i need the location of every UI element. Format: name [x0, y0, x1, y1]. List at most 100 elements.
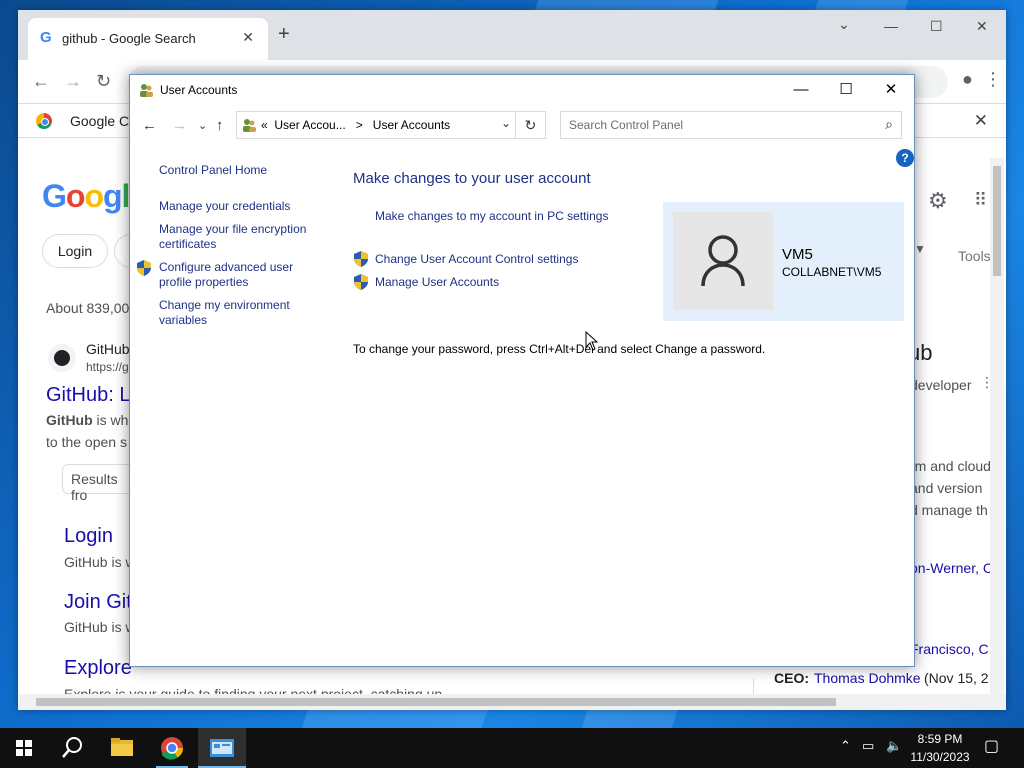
user-accounts-icon [140, 84, 153, 97]
settings-gear-icon[interactable]: ⚙ [928, 188, 948, 214]
chevron-down-icon[interactable]: ⌄ [501, 116, 511, 130]
chrome-tab[interactable]: G github - Google Search ✕ [28, 18, 268, 60]
snippet-text: is wh [92, 412, 129, 428]
maximize-icon[interactable]: ☐ [930, 18, 943, 35]
file-explorer-button[interactable] [98, 728, 146, 768]
manage-user-accounts-link[interactable]: Manage User Accounts [375, 275, 499, 289]
user-accounts-icon [243, 119, 256, 132]
scrollbar-thumb[interactable] [993, 166, 1001, 276]
breadcrumb-user-accounts-parent[interactable]: User Accou... [274, 118, 345, 132]
horizontal-scrollbar[interactable] [18, 694, 1006, 710]
breadcrumb: « User Accou... > User Accounts [261, 118, 450, 132]
password-note: To change your password, press Ctrl+Alt+… [353, 342, 766, 356]
file-encryption-link[interactable]: Manage your file encryption certificates [159, 222, 329, 252]
vertical-scrollbar[interactable] [990, 158, 1004, 694]
apps-grid-icon[interactable]: ⠿ [974, 190, 987, 211]
tab-title: github - Google Search [62, 31, 196, 46]
user-name: VM5 [782, 246, 813, 263]
divider [753, 678, 754, 694]
page-title: Make changes to your user account [353, 170, 591, 187]
start-button[interactable] [0, 728, 48, 768]
uac-shield-icon [354, 251, 368, 267]
control-panel-taskbar-button[interactable] [198, 728, 246, 768]
volume-muted-icon[interactable]: 🔈 [886, 738, 902, 754]
google-favicon-icon: G [40, 29, 52, 46]
uac-settings-link[interactable]: Change User Account Control settings [375, 252, 578, 266]
reload-icon[interactable]: ↻ [96, 71, 111, 92]
new-tab-button[interactable]: + [278, 24, 290, 44]
search-placeholder: Search Control Panel [569, 118, 684, 132]
breadcrumb-separator[interactable]: > [356, 118, 363, 132]
forward-icon[interactable]: → [172, 117, 187, 134]
search-icon[interactable]: ⌕ [885, 116, 893, 133]
mouse-cursor-icon [585, 331, 599, 351]
network-icon[interactable]: ▭ [862, 738, 874, 754]
menu-icon[interactable]: ⋮ [984, 69, 1002, 90]
sub-result-snippet: GitHub is w [64, 619, 136, 635]
search-button[interactable] [48, 728, 96, 768]
minimize-icon[interactable]: — [884, 18, 898, 34]
up-icon[interactable]: ↑ [216, 117, 224, 134]
folder-icon [111, 738, 133, 756]
sub-result-title[interactable]: Explore [64, 657, 132, 680]
tab-close-icon[interactable]: ✕ [242, 29, 254, 46]
tools-button[interactable]: Tools [958, 248, 991, 264]
environment-variables-link[interactable]: Change my environment variables [159, 298, 329, 328]
knowledge-panel-ceo-date: (Nov 15, 2 [924, 670, 989, 686]
search-input[interactable]: Search Control Panel ⌕ [560, 111, 902, 139]
uac-shield-icon [137, 260, 151, 276]
knowledge-panel-text: and version [910, 480, 983, 496]
left-pane: Control Panel Home Manage your credentia… [130, 145, 330, 665]
refresh-icon[interactable]: ↻ [516, 111, 546, 139]
chrome-icon [161, 737, 183, 760]
help-icon[interactable]: ? [896, 149, 914, 167]
forward-icon[interactable]: → [64, 71, 82, 92]
profile-icon[interactable]: ● [962, 69, 973, 90]
dropdown-arrow-icon[interactable]: ▼ [914, 242, 926, 256]
close-icon[interactable]: ✕ [868, 75, 914, 105]
chrome-tabstrip: G github - Google Search ✕ + ⌄ — ☐ ✕ [18, 10, 1006, 60]
breadcrumb-user-accounts[interactable]: User Accounts [373, 118, 450, 132]
minimize-icon[interactable]: — [778, 75, 824, 105]
result-site-name[interactable]: GitHub [86, 341, 130, 357]
knowledge-panel-subtitle: developer [910, 377, 972, 393]
result-title[interactable]: GitHub: L [46, 384, 130, 407]
knowledge-panel-link[interactable]: Francisco, C [910, 641, 989, 657]
chrome-taskbar-button[interactable] [148, 728, 196, 768]
pc-settings-link[interactable]: Make changes to my account in PC setting… [375, 209, 608, 223]
info-bar-text: Google Ch [70, 113, 137, 129]
info-bar-close-icon[interactable]: ✕ [974, 111, 988, 131]
clock-date[interactable]: 11/30/2023 [908, 750, 972, 764]
avatar [673, 212, 773, 310]
scrollbar-thumb[interactable] [36, 698, 836, 706]
search-icon [62, 737, 82, 758]
control-panel-home-link[interactable]: Control Panel Home [159, 163, 329, 178]
chrome-logo-icon [36, 113, 52, 129]
user-domain: COLLABNET\VM5 [782, 265, 882, 279]
maximize-icon[interactable]: ☐ [823, 75, 869, 105]
notifications-icon[interactable]: ▢ [984, 736, 999, 756]
chevron-up-icon[interactable]: ⌃ [840, 738, 851, 754]
breadcrumb-overflow[interactable]: « [261, 118, 268, 132]
sub-result-title[interactable]: Join Git [64, 591, 132, 614]
tab-search-icon[interactable]: ⌄ [838, 16, 850, 33]
back-icon[interactable]: ← [142, 117, 157, 134]
advanced-profile-link[interactable]: Configure advanced user profile properti… [159, 260, 329, 290]
window-titlebar[interactable]: User Accounts — ☐ ✕ [130, 75, 914, 105]
result-snippet-line2: to the open s [46, 434, 127, 450]
knowledge-panel-link[interactable]: on-Werner, C [910, 560, 993, 576]
control-panel-icon [210, 739, 234, 757]
snippet-bold: GitHub [46, 412, 93, 428]
sub-result-title[interactable]: Login [64, 525, 113, 548]
user-avatar-icon [701, 235, 745, 287]
address-bar[interactable]: « User Accou... > User Accounts ⌄ [236, 111, 516, 139]
windows-logo-icon [16, 740, 32, 756]
recent-locations-icon[interactable]: ⌄ [198, 119, 207, 132]
clock-time[interactable]: 8:59 PM [912, 732, 968, 746]
knowledge-panel-ceo-link[interactable]: Thomas Dohmke [814, 670, 921, 686]
close-icon[interactable]: ✕ [976, 18, 988, 35]
result-url[interactable]: https://g [86, 360, 129, 374]
back-icon[interactable]: ← [32, 71, 50, 92]
filter-chip-login[interactable]: Login [42, 234, 108, 268]
manage-credentials-link[interactable]: Manage your credentials [159, 199, 329, 214]
